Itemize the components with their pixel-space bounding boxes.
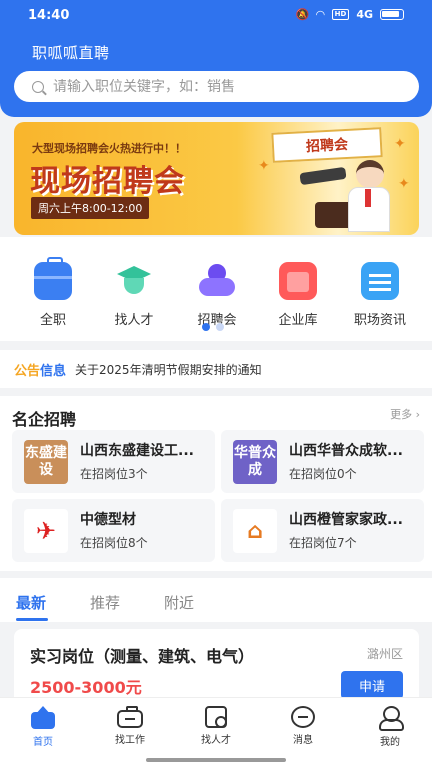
chevron-right-icon: ›	[415, 408, 420, 421]
company-card[interactable]: 东盛建设 山西东盛建设工... 在招岗位3个	[12, 430, 215, 493]
nav-label: 首页	[33, 737, 53, 748]
briefcase-icon	[117, 706, 143, 728]
company-card[interactable]: ✈ 中德型材 在招岗位8个	[12, 499, 215, 562]
briefcase-icon	[34, 257, 72, 300]
category-career-news[interactable]: 职场资讯	[344, 262, 416, 328]
tab-recommended[interactable]: 推荐	[90, 592, 120, 613]
banner-sign: 招聘会	[271, 127, 383, 163]
message-icon	[291, 706, 315, 728]
job-title: 实习岗位（测量、建筑、电气）	[30, 647, 255, 666]
company-logo-mark: ✈	[35, 516, 57, 545]
tab-nearby[interactable]: 附近	[164, 592, 194, 613]
header: 14:40 🔕 ◠ HD 4G 职呱呱直聘	[0, 0, 432, 117]
nav-label: 我的	[380, 737, 400, 748]
home-indicator[interactable]	[146, 758, 286, 762]
news-icon	[361, 262, 399, 300]
company-name: 山西东盛建设工...	[80, 443, 194, 459]
notice-text: 关于2025年清明节假期安排的通知	[75, 362, 262, 377]
job-area: 潞州区	[366, 647, 403, 661]
category-job-fair[interactable]: 招聘会	[181, 262, 253, 328]
hd-badge: HD	[331, 9, 350, 20]
telescope-illustration	[299, 166, 347, 186]
job-salary: 2500-3000元	[30, 678, 142, 697]
nav-home[interactable]: 首页	[13, 706, 73, 748]
banner-title: 现场招聘会	[30, 164, 185, 199]
tab-underline	[16, 618, 48, 621]
person-illustration	[344, 160, 392, 232]
company-logo: ⌂	[233, 509, 277, 553]
nav-label: 消息	[293, 735, 313, 746]
building-icon	[279, 262, 317, 300]
status-bar: 14:40 🔕 ◠ HD 4G	[0, 6, 432, 26]
company-logo: 华普众成	[233, 440, 277, 484]
home-icon	[30, 706, 56, 730]
category-company-library[interactable]: 企业库	[262, 262, 334, 328]
company-job-count: 在招岗位7个	[289, 536, 357, 550]
company-logo-mark: ⌂	[247, 518, 263, 544]
company-name: 山西橙管家家政...	[289, 512, 403, 528]
famous-companies-section: 名企招聘 更多 › 东盛建设 山西东盛建设工... 在招岗位3个 华普众成 山西…	[0, 396, 432, 571]
status-time: 14:40	[28, 8, 70, 23]
nav-label: 找人才	[201, 735, 231, 746]
section-title: 名企招聘	[12, 410, 77, 429]
company-card[interactable]: ⌂ 山西橙管家家政... 在招岗位7个	[221, 499, 424, 562]
company-logo: 东盛建设	[24, 440, 68, 484]
star-icon: ✦	[398, 176, 410, 192]
company-name: 中德型材	[80, 512, 136, 528]
nav-messages[interactable]: 消息	[273, 706, 333, 746]
search-icon	[32, 80, 44, 93]
tab-latest[interactable]: 最新	[16, 592, 46, 613]
notice-bar[interactable]: 公告信息 关于2025年清明节假期安排的通知	[0, 350, 432, 388]
nav-find-talent[interactable]: 找人才	[186, 706, 246, 746]
category-find-talent[interactable]: 找人才	[98, 262, 170, 328]
category-fulltime[interactable]: 全职	[17, 257, 89, 328]
category-label: 全职	[39, 313, 66, 328]
star-icon: ✦	[394, 136, 406, 152]
category-label: 找人才	[114, 313, 154, 328]
page-indicator	[202, 323, 224, 331]
page-dot	[216, 323, 224, 331]
nav-find-job[interactable]: 找工作	[100, 706, 160, 746]
signal-icon: 4G	[356, 8, 373, 21]
app-title: 职呱呱直聘	[32, 44, 110, 62]
notice-tag-b: 信息	[40, 363, 67, 379]
people-icon	[198, 262, 236, 300]
job-tabs: 最新 推荐 附近	[0, 578, 432, 622]
page-dot-active	[202, 323, 210, 331]
more-link[interactable]: 更多 ›	[390, 406, 420, 422]
banner-time: 周六上午8:00-12:00	[31, 197, 150, 219]
status-icons: 🔕 ◠ HD 4G	[295, 8, 404, 21]
nav-label: 找工作	[115, 735, 145, 746]
battery-icon	[380, 9, 404, 20]
mute-icon: 🔕	[295, 8, 310, 21]
notice-tag-a: 公告	[14, 363, 41, 379]
category-label: 职场资讯	[353, 313, 406, 328]
category-grid: 全职 找人才 招聘会 企业库 职场资讯	[0, 237, 432, 341]
star-icon: ✦	[258, 158, 270, 174]
wifi-icon: ◠	[316, 8, 325, 21]
company-job-count: 在招岗位3个	[80, 467, 148, 481]
company-logo: ✈	[24, 509, 68, 553]
company-name: 山西华普众成软...	[289, 443, 403, 459]
search-bar[interactable]	[14, 71, 419, 102]
nav-profile[interactable]: 我的	[360, 706, 420, 748]
company-job-count: 在招岗位0个	[289, 467, 357, 481]
category-label: 企业库	[278, 313, 318, 328]
company-card[interactable]: 华普众成 山西华普众成软... 在招岗位0个	[221, 430, 424, 493]
user-icon	[377, 706, 404, 731]
person-tie	[365, 189, 371, 207]
recruitment-fair-banner[interactable]: 大型现场招聘会火热进行中！！ 现场招聘会 周六上午8:00-12:00 招聘会 …	[14, 122, 419, 235]
search-input[interactable]	[53, 78, 393, 95]
search-profile-icon	[205, 706, 227, 728]
graduation-cap-icon	[115, 262, 153, 300]
banner-subtitle: 大型现场招聘会火热进行中！！	[32, 142, 186, 155]
apply-button[interactable]: 申请	[341, 671, 403, 699]
company-job-count: 在招岗位8个	[80, 536, 148, 550]
notice-tag: 公告信息	[14, 360, 66, 379]
more-label: 更多	[390, 408, 413, 421]
person-head	[356, 160, 384, 188]
